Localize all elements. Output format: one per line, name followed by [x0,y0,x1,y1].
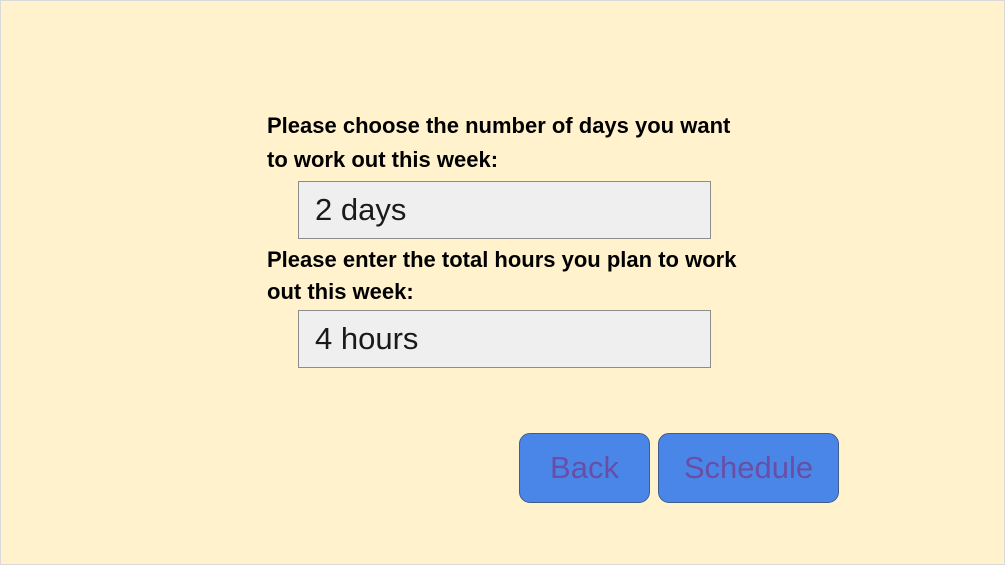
days-dropdown[interactable]: 2 days [298,181,711,239]
workout-planner-screen: Please choose the number of days you wan… [0,0,1005,565]
days-selected-value: 2 days [315,192,407,227]
days-question-label: Please choose the number of days you wan… [267,113,731,172]
schedule-button[interactable]: Schedule [658,433,839,503]
back-button[interactable]: Back [519,433,650,503]
hours-input-value: 4 hours [315,321,419,356]
hours-question-label: Please enter the total hours you plan to… [267,247,737,304]
hours-input[interactable]: 4 hours [298,310,711,368]
